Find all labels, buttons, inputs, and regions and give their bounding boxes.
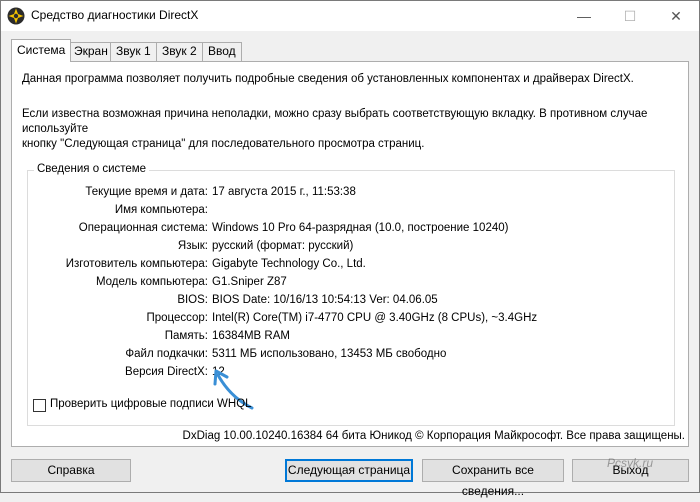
tab-sound-2[interactable]: Звук 2 (156, 42, 203, 61)
info-label: Память: (164, 330, 208, 342)
info-value: BIOS Date: 10/16/13 10:54:13 Ver: 04.06.… (212, 294, 438, 306)
tab-input[interactable]: Ввод (202, 42, 242, 61)
info-row-os: Операционная система: Windows 10 Pro 64-… (28, 222, 668, 238)
info-label: BIOS: (177, 294, 208, 306)
save-all-info-button[interactable]: Сохранить все сведения... (422, 459, 564, 498)
whql-checkbox[interactable] (33, 399, 46, 412)
directx-app-icon (7, 7, 25, 25)
minimize-icon[interactable]: — (561, 1, 607, 31)
maximize-icon[interactable]: ☐ (607, 1, 653, 31)
title-bar: Средство диагностики DirectX — ☐ ✕ (1, 1, 699, 31)
info-value: 17 августа 2015 г., 11:53:38 (212, 186, 356, 198)
version-copyright: DxDiag 10.00.10240.16384 64 бита Юникод … (182, 430, 685, 442)
info-value: Windows 10 Pro 64-разрядная (10.0, постр… (212, 222, 509, 234)
info-value: G1.Sniper Z87 (212, 276, 287, 288)
info-label: Текущие время и дата: (85, 186, 208, 198)
info-label: Язык: (177, 240, 208, 252)
info-label: Процессор: (146, 312, 208, 324)
info-row-model: Модель компьютера: G1.Sniper Z87 (28, 276, 668, 292)
whql-checkbox-label[interactable]: Проверить цифровые подписи WHQL (50, 398, 252, 410)
info-label: Изготовитель компьютера: (65, 258, 208, 270)
intro-text-2-line-2: кнопку "Следующая страница" для последов… (22, 138, 425, 150)
tab-display[interactable]: Экран (68, 42, 114, 61)
info-row-datetime: Текущие время и дата: 17 августа 2015 г.… (28, 186, 668, 202)
window-title: Средство диагностики DirectX (31, 8, 199, 22)
info-row-language: Язык: русский (формат: русский) (28, 240, 668, 256)
dxdiag-window: Средство диагностики DirectX — ☐ ✕ Систе… (0, 0, 700, 498)
info-label: Версия DirectX: (125, 366, 208, 378)
info-label: Файл подкачки: (125, 348, 208, 360)
info-label: Операционная система: (78, 222, 208, 234)
intro-text-2-line-1: Если известна возможная причина неполадк… (22, 108, 648, 135)
info-row-bios: BIOS: BIOS Date: 10/16/13 10:54:13 Ver: … (28, 294, 668, 310)
info-row-memory: Память: 16384MB RAM (28, 330, 668, 346)
info-label: Модель компьютера: (95, 276, 208, 288)
intro-text-2: Если известна возможная причина неполадк… (22, 107, 682, 152)
info-value: русский (формат: русский) (212, 240, 354, 252)
help-button[interactable]: Справка (11, 459, 131, 482)
close-icon[interactable]: ✕ (653, 1, 699, 31)
watermark: Pcsyk.ru (607, 456, 654, 470)
system-tab-panel: Данная программа позволяет получить подр… (11, 61, 689, 447)
info-row-processor: Процессор: Intel(R) Core(TM) i7-4770 CPU… (28, 312, 668, 328)
info-row-manufacturer: Изготовитель компьютера: Gigabyte Techno… (28, 258, 668, 274)
info-label: Имя компьютера: (114, 204, 208, 216)
system-info-group: Сведения о системе Текущие время и дата:… (27, 163, 675, 426)
info-value: Intel(R) Core(TM) i7-4770 CPU @ 3.40GHz … (212, 312, 538, 324)
next-page-button[interactable]: Следующая страница (285, 459, 413, 482)
info-value: 5311 МБ использовано, 13453 МБ свободно (212, 348, 447, 360)
tab-sound-1[interactable]: Звук 1 (110, 42, 157, 61)
info-row-directx-version: Версия DirectX: 12 (28, 366, 668, 382)
info-row-pagefile: Файл подкачки: 5311 МБ использовано, 134… (28, 348, 668, 364)
info-row-computer-name: Имя компьютера: (28, 204, 668, 220)
tab-system[interactable]: Система (11, 39, 72, 62)
info-value: Gigabyte Technology Co., Ltd. (212, 258, 366, 270)
system-info-group-title: Сведения о системе (34, 163, 150, 175)
info-value: 16384MB RAM (212, 330, 290, 342)
intro-text-1: Данная программа позволяет получить подр… (22, 73, 634, 85)
